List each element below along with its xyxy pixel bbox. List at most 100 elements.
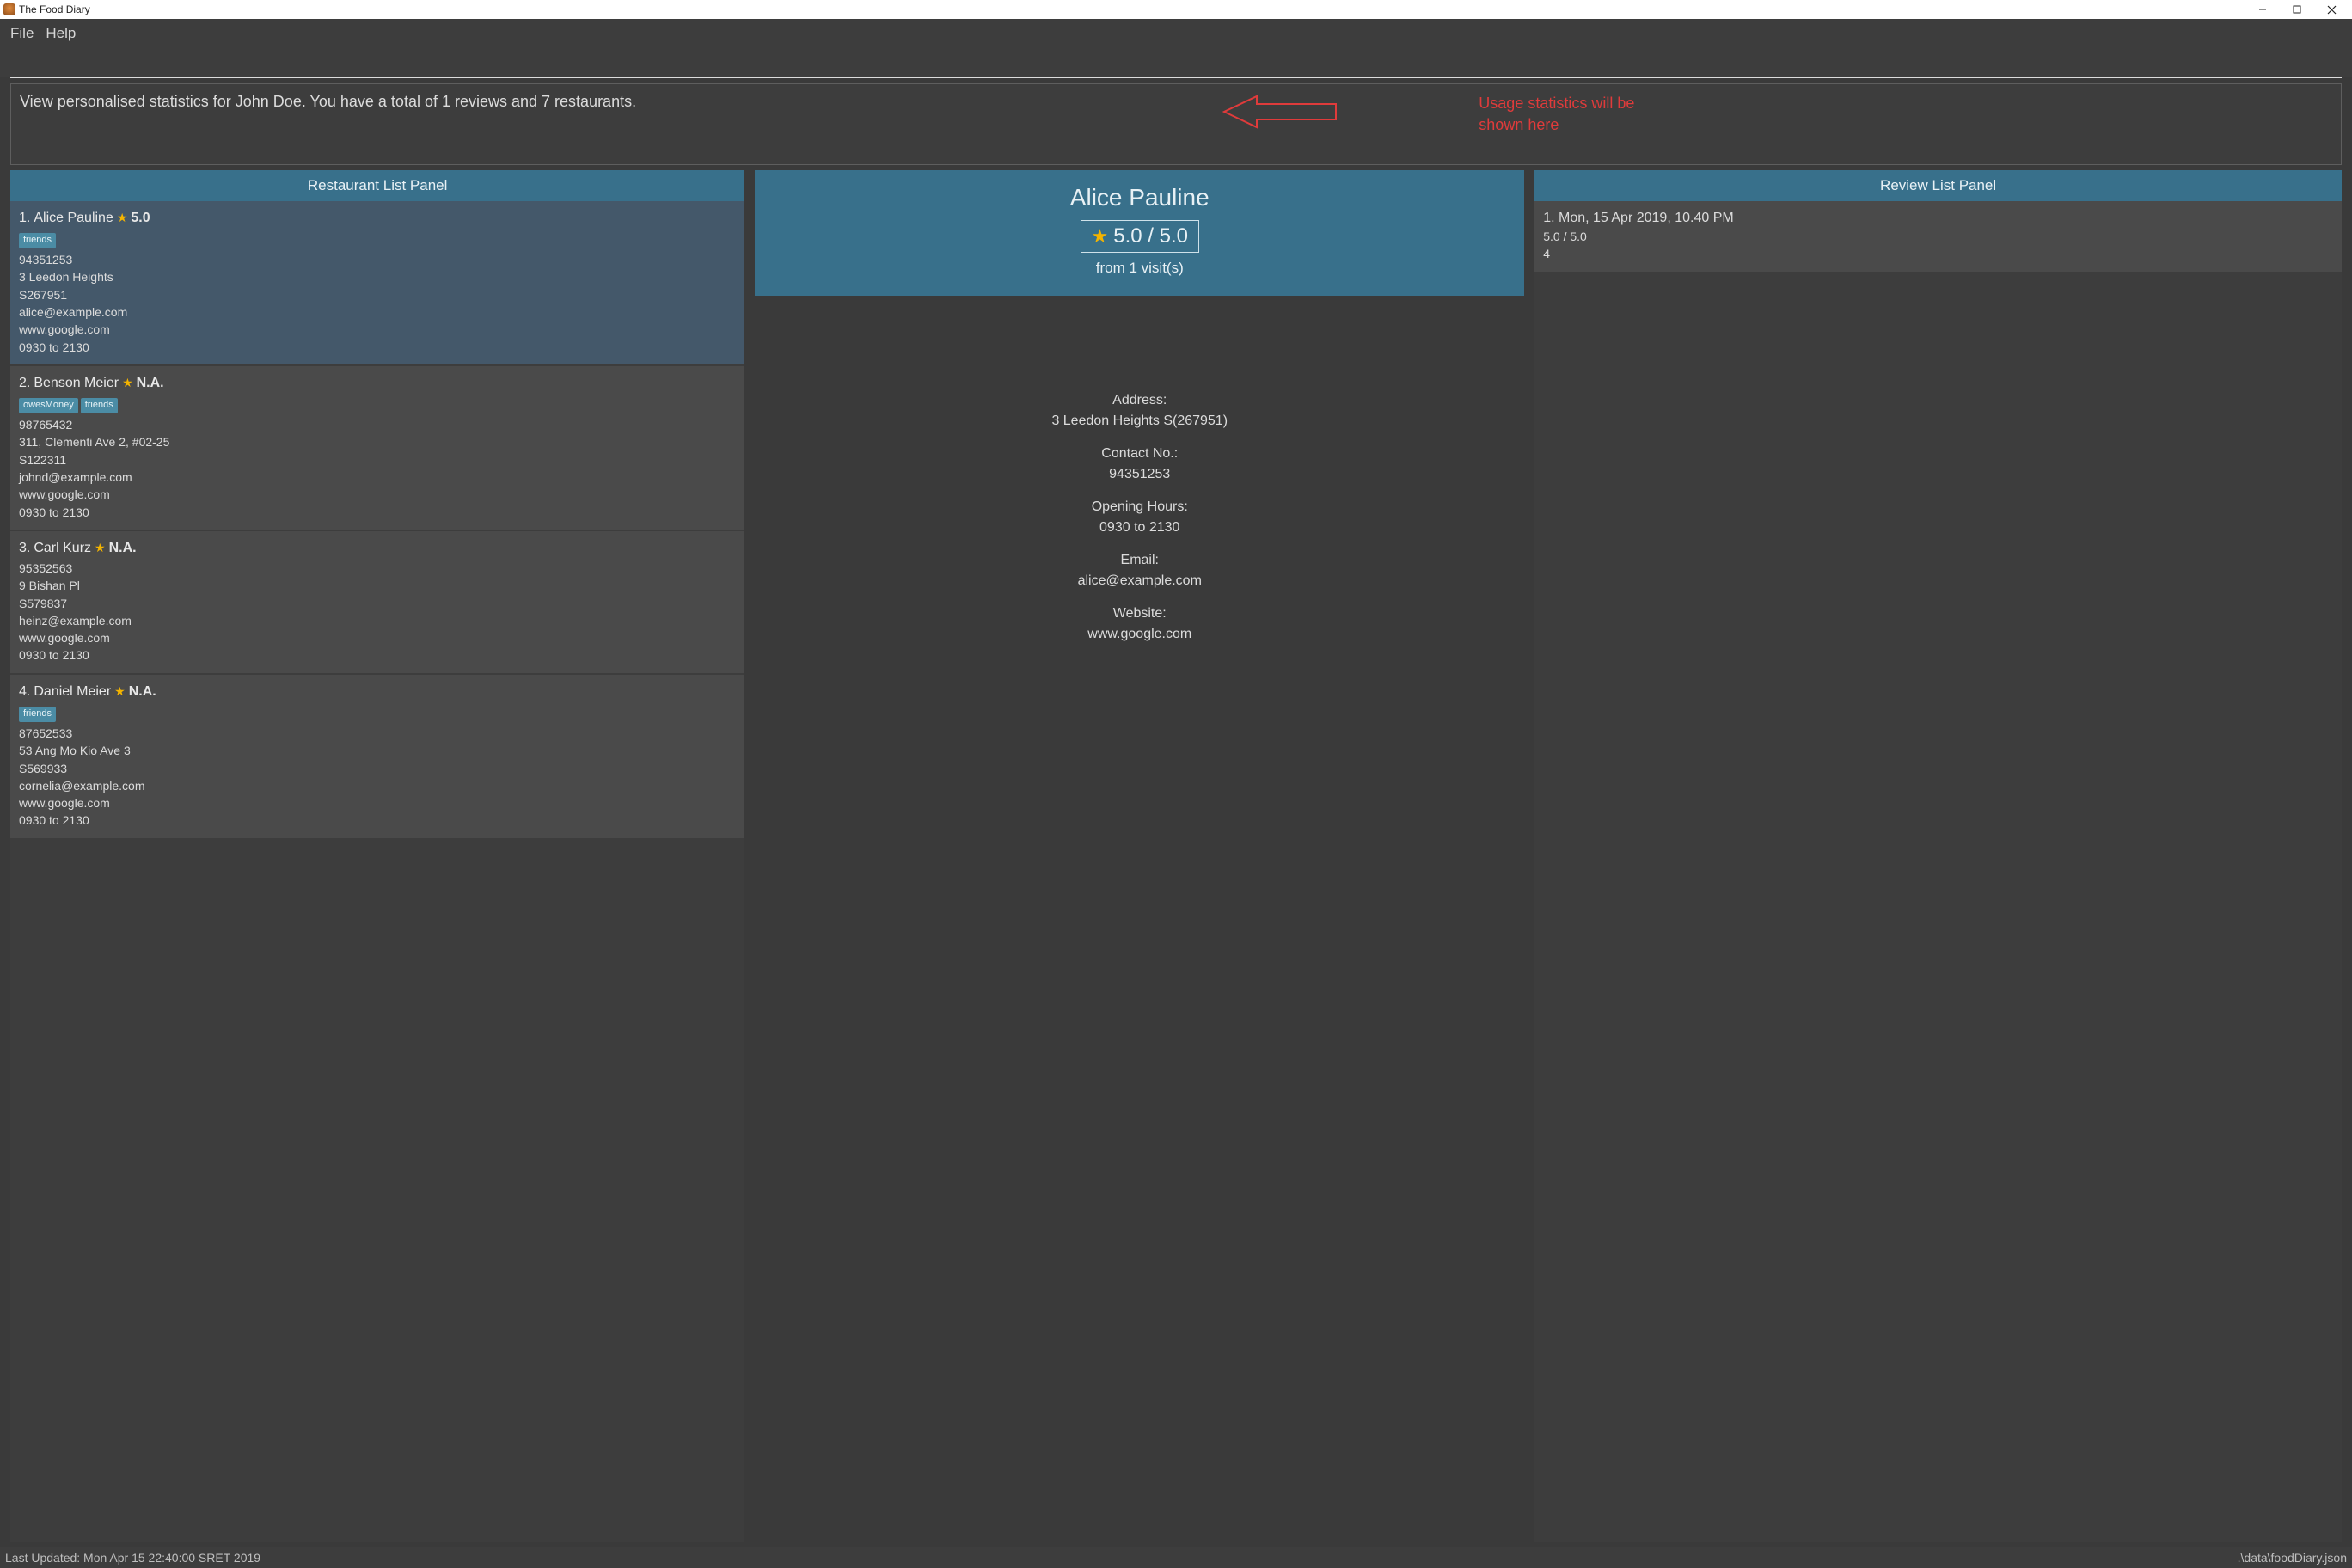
restaurant-item[interactable]: 3. Carl Kurz ★ N.A. 953525639 Bishan PlS5… (10, 531, 744, 673)
address-label: Address: (755, 390, 1524, 411)
item-phone: 95352563 (19, 560, 736, 577)
review-panel: Review List Panel 1. Mon, 15 Apr 2019, 1… (1534, 170, 2342, 1542)
restaurant-item[interactable]: 4. Daniel Meier ★ N.A. friends 8765253353 … (10, 675, 744, 838)
maximize-button[interactable] (2280, 0, 2314, 19)
close-button[interactable] (2314, 0, 2349, 19)
menu-help[interactable]: Help (46, 25, 76, 42)
item-address: 9 Bishan Pl (19, 577, 736, 594)
item-postal: S122311 (19, 451, 736, 469)
item-phone: 94351253 (19, 251, 736, 268)
restaurant-item[interactable]: 1. Alice Pauline ★ 5.0 friends 943512533 L… (10, 201, 744, 364)
item-rating: 5.0 (131, 208, 150, 228)
item-hours: 0930 to 2130 (19, 339, 736, 356)
restaurant-item-headline: 1. Alice Pauline ★ 5.0 (19, 208, 736, 228)
star-icon: ★ (114, 683, 126, 700)
item-address: 53 Ang Mo Kio Ave 3 (19, 742, 736, 759)
email-value: alice@example.com (755, 571, 1524, 591)
detail-rating: 5.0 / 5.0 (1113, 224, 1188, 248)
item-index: 2. (19, 373, 30, 393)
item-postal: S579837 (19, 595, 736, 612)
item-name: Daniel Meier (34, 682, 111, 701)
item-name: Alice Pauline (34, 208, 113, 228)
review-panel-title: Review List Panel (1534, 170, 2342, 201)
main-area: Restaurant List Panel 1. Alice Pauline ★… (0, 170, 2352, 1547)
website-value: www.google.com (755, 624, 1524, 645)
hours-value: 0930 to 2130 (755, 518, 1524, 538)
item-address: 311, Clementi Ave 2, #02-25 (19, 433, 736, 450)
stats-banner: View personalised statistics for John Do… (10, 83, 2342, 165)
item-email: alice@example.com (19, 303, 736, 321)
restaurant-item-headline: 2. Benson Meier ★ N.A. (19, 373, 736, 393)
status-left: Last Updated: Mon Apr 15 22:40:00 SRET 2… (5, 1551, 260, 1565)
tag: owesMoney (19, 398, 78, 413)
item-postal: S569933 (19, 760, 736, 777)
address-value: 3 Leedon Heights S(267951) (755, 411, 1524, 432)
star-icon: ★ (1092, 225, 1109, 248)
detail-body: Address: 3 Leedon Heights S(267951) Cont… (755, 296, 1524, 657)
stats-text: View personalised statistics for John Do… (20, 93, 636, 110)
restaurant-item-headline: 4. Daniel Meier ★ N.A. (19, 682, 736, 701)
review-item[interactable]: 1. Mon, 15 Apr 2019, 10.40 PM5.0 / 5.04 (1534, 201, 2342, 272)
star-icon: ★ (122, 374, 133, 391)
tag: friends (19, 233, 56, 248)
annotation-arrow-icon (1222, 91, 1343, 132)
statusbar: Last Updated: Mon Apr 15 22:40:00 SRET 2… (0, 1547, 2352, 1568)
app-icon (3, 3, 15, 15)
review-list[interactable]: 1. Mon, 15 Apr 2019, 10.40 PM5.0 / 5.04 (1534, 201, 2342, 1542)
item-index: 1. (19, 208, 30, 228)
item-tags: friends (19, 703, 736, 725)
restaurant-item-headline: 3. Carl Kurz ★ N.A. (19, 538, 736, 558)
item-email: johnd@example.com (19, 469, 736, 486)
restaurant-panel-title: Restaurant List Panel (10, 170, 744, 201)
item-hours: 0930 to 2130 (19, 504, 736, 521)
item-address: 3 Leedon Heights (19, 268, 736, 285)
review-item-headline: 1. Mon, 15 Apr 2019, 10.40 PM (1543, 208, 2333, 228)
item-email: cornelia@example.com (19, 777, 736, 794)
window-title: The Food Diary (19, 3, 90, 15)
detail-hero: Alice Pauline ★ 5.0 / 5.0 from 1 visit(s… (755, 170, 1524, 296)
star-icon: ★ (95, 539, 106, 556)
detail-visits: from 1 visit(s) (763, 260, 1516, 277)
item-tags: friends (19, 230, 736, 251)
item-index: 4. (19, 682, 30, 701)
item-rating: N.A. (137, 373, 164, 393)
hours-label: Opening Hours: (755, 497, 1524, 518)
annotation-text: Usage statistics will be shown here (1479, 93, 1668, 136)
item-tags: owesMoneyfriends (19, 395, 736, 416)
item-name: Benson Meier (34, 373, 119, 393)
item-website: www.google.com (19, 629, 736, 646)
star-icon: ★ (117, 209, 128, 226)
restaurant-panel: Restaurant List Panel 1. Alice Pauline ★… (10, 170, 744, 1542)
minimize-button[interactable] (2245, 0, 2280, 19)
command-strip (0, 48, 2352, 77)
item-website: www.google.com (19, 486, 736, 503)
detail-name: Alice Pauline (763, 184, 1516, 211)
item-hours: 0930 to 2130 (19, 812, 736, 829)
review-extra: 4 (1543, 245, 2333, 262)
review-score: 5.0 / 5.0 (1543, 228, 2333, 245)
detail-rating-box: ★ 5.0 / 5.0 (1081, 220, 1199, 253)
restaurant-item[interactable]: 2. Benson Meier ★ N.A.owesMoneyfriends98… (10, 366, 744, 530)
menubar: File Help (0, 19, 2352, 48)
email-label: Email: (755, 550, 1524, 571)
divider (10, 77, 2342, 78)
website-label: Website: (755, 603, 1524, 624)
item-phone: 87652533 (19, 725, 736, 742)
item-postal: S267951 (19, 286, 736, 303)
contact-label: Contact No.: (755, 444, 1524, 464)
item-phone: 98765432 (19, 416, 736, 433)
item-index: 3. (19, 538, 30, 558)
status-right: .\data\foodDiary.json (2238, 1551, 2347, 1565)
titlebar: The Food Diary (0, 0, 2352, 19)
item-rating: N.A. (109, 538, 137, 558)
detail-panel: Alice Pauline ★ 5.0 / 5.0 from 1 visit(s… (755, 170, 1524, 1542)
item-website: www.google.com (19, 321, 736, 338)
restaurant-list[interactable]: 1. Alice Pauline ★ 5.0 friends 943512533 L… (10, 201, 744, 1542)
item-email: heinz@example.com (19, 612, 736, 629)
item-name: Carl Kurz (34, 538, 91, 558)
item-website: www.google.com (19, 794, 736, 812)
tag: friends (19, 707, 56, 722)
item-hours: 0930 to 2130 (19, 646, 736, 664)
item-rating: N.A. (129, 682, 156, 701)
menu-file[interactable]: File (10, 25, 34, 42)
